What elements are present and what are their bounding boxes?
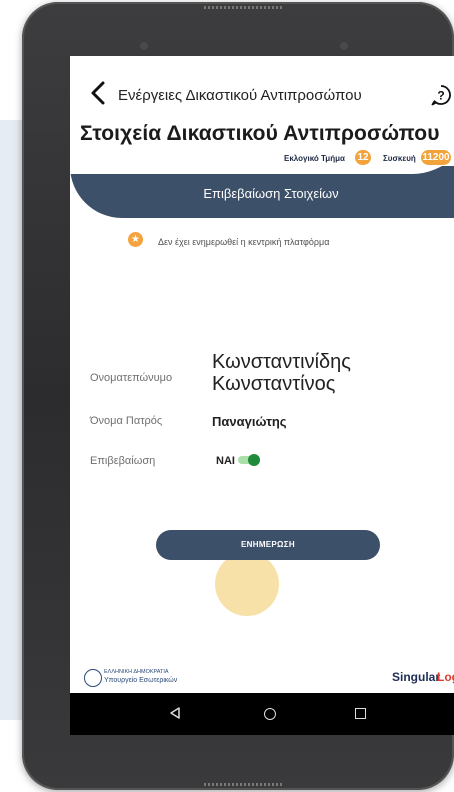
confirm-label: Επιβεβαίωση bbox=[90, 455, 156, 467]
toggle-knob bbox=[248, 454, 260, 466]
fullname-line2: Κωνσταντίνος bbox=[212, 373, 336, 395]
gov-line1: ΕΛΛΗΝΙΚΗ ΔΗΜΟΚΡΑΤΙΑ bbox=[104, 669, 169, 675]
fullname-value: Κωνσταντινίδης Κωνσταντίνος bbox=[212, 351, 351, 395]
android-nav-bar bbox=[70, 693, 454, 735]
update-button[interactable]: ΕΝΗΜΕΡΩΣΗ bbox=[156, 530, 380, 560]
fullname-label: Ονοματεπώνυμο bbox=[90, 372, 173, 384]
confirm-section-header: Επιβεβαίωση Στοιχείων bbox=[203, 186, 339, 201]
device-badge: 11200 bbox=[421, 150, 451, 165]
svg-text:?: ? bbox=[437, 89, 444, 103]
tablet-frame: Ενέργειες Δικαστικού Αντιπροσώπου ? Στοι… bbox=[22, 2, 454, 790]
brand-singular: Singular bbox=[392, 670, 441, 684]
speaker-grill-top bbox=[204, 6, 284, 9]
camera-sensor bbox=[140, 42, 148, 50]
help-icon[interactable]: ? bbox=[430, 84, 452, 106]
app-header: Ενέργειες Δικαστικού Αντιπροσώπου ? Στοι… bbox=[70, 56, 454, 218]
star-icon: ★ bbox=[128, 232, 143, 247]
chevron-left-icon[interactable] bbox=[88, 80, 110, 106]
nav-back-icon[interactable] bbox=[168, 706, 182, 720]
section-label: Εκλογικό Τμήμα bbox=[284, 154, 345, 163]
brand-logic: Logic bbox=[437, 670, 454, 684]
nav-home-icon[interactable] bbox=[264, 708, 276, 720]
section-badge: 12 bbox=[355, 150, 371, 165]
gov-line2: Υπουργείο Εσωτερικών bbox=[104, 677, 178, 684]
confirm-value: ΝΑΙ bbox=[216, 455, 235, 467]
gov-emblem-icon bbox=[84, 669, 102, 687]
speaker-grill-bottom bbox=[204, 783, 284, 786]
warning-text: Δεν έχει ενημερωθεί η κεντρική πλατφόρμα bbox=[158, 237, 330, 247]
fullname-line1: Κωνσταντινίδης bbox=[212, 351, 351, 373]
tap-indicator bbox=[215, 552, 279, 616]
light-sensor bbox=[340, 42, 348, 50]
father-value: Παναγιώτης bbox=[212, 414, 287, 429]
father-label: Όνομα Πατρός bbox=[90, 415, 163, 427]
device-label: Συσκευή bbox=[383, 154, 416, 163]
app-screen: Ενέργειες Δικαστικού Αντιπροσώπου ? Στοι… bbox=[70, 56, 454, 735]
page-title: Στοιχεία Δικαστικού Αντιπροσώπου bbox=[80, 122, 440, 145]
back-title: Ενέργειες Δικαστικού Αντιπροσώπου bbox=[118, 87, 362, 104]
nav-recent-icon[interactable] bbox=[355, 708, 366, 719]
confirm-toggle[interactable] bbox=[238, 454, 260, 466]
